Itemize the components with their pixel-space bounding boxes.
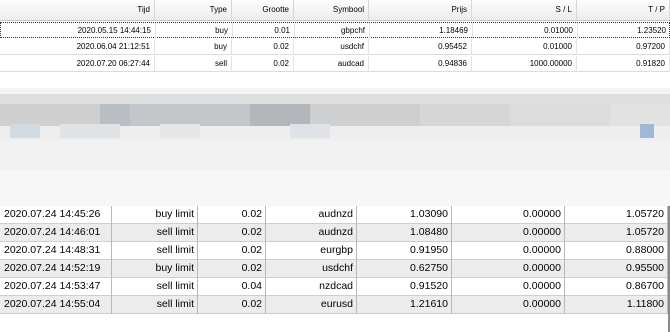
- cell-symbol: eurgbp: [266, 242, 357, 260]
- pending-orders-table: 2020.07.24 14:45:26 buy limit 0.02 audnz…: [0, 206, 670, 332]
- cell-sl: 0.00000: [452, 278, 565, 296]
- cell-time: 2020.07.24 14:48:31: [0, 242, 112, 260]
- cell-price: 0.95452: [369, 39, 472, 55]
- pixel-block-cell: [160, 124, 200, 138]
- pixel-block-cell: [290, 124, 330, 138]
- cell-price: 1.21610: [357, 296, 452, 314]
- cell-size: 0.04: [198, 278, 266, 296]
- cell-tp: 0.97200: [577, 39, 670, 55]
- cell-size: 0.02: [232, 56, 294, 72]
- cell-type: sell limit: [112, 224, 198, 242]
- cell-symbol: eurusd: [266, 296, 357, 314]
- pixel-block-cell: [310, 104, 420, 126]
- cell-price: 0.94836: [369, 56, 472, 72]
- trades-table-header: Tijd Type Grootte Symbool Prijs S / L T …: [0, 0, 670, 21]
- cell-price: 1.18469: [370, 23, 473, 39]
- cell-size: 0.02: [198, 242, 266, 260]
- pixelated-redacted-area: [0, 94, 670, 206]
- cell-price: 0.62750: [357, 260, 452, 278]
- cell-type: buy: [155, 39, 232, 55]
- cell-symbol: gbpchf: [295, 23, 370, 39]
- pixel-block-cell: [60, 124, 120, 138]
- cell-type: sell: [155, 56, 232, 72]
- cell-symbol: audnzd: [266, 206, 357, 224]
- trades-table: Tijd Type Grootte Symbool Prijs S / L T …: [0, 0, 670, 88]
- cell-symbol: audcad: [294, 56, 369, 72]
- cell-tp: 0.95500: [565, 260, 668, 278]
- cell-tp: 1.05720: [565, 224, 668, 242]
- cell-tp: 0.88000: [565, 242, 668, 260]
- cell-symbol: audnzd: [266, 224, 357, 242]
- table-row[interactable]: 2020.06.04 21:12:51 buy 0.02 usdchf 0.95…: [0, 39, 670, 55]
- cell-tp: 0.86700: [565, 278, 668, 296]
- cell-sl: 0.00000: [452, 242, 565, 260]
- cell-size: 0.01: [233, 23, 295, 39]
- cell-size: 0.02: [198, 260, 266, 278]
- cell-tp: 0.91820: [577, 56, 670, 72]
- column-header-tijd[interactable]: Tijd: [0, 0, 155, 20]
- cell-time: 2020.07.24 14:55:04: [0, 296, 112, 314]
- cell-sl: 0.00000: [452, 206, 565, 224]
- pixel-block-cell: [100, 104, 130, 126]
- cell-price: 0.91520: [357, 278, 452, 296]
- cell-price: 1.03090: [357, 206, 452, 224]
- pixel-band: [0, 170, 670, 206]
- column-header-sl[interactable]: S / L: [472, 0, 577, 20]
- cell-tp: 1.11800: [565, 296, 668, 314]
- cell-type: sell limit: [112, 278, 198, 296]
- cell-type: buy limit: [112, 260, 198, 278]
- cell-type: buy limit: [112, 206, 198, 224]
- cell-type: sell limit: [112, 296, 198, 314]
- cell-symbol: usdchf: [266, 260, 357, 278]
- table-row[interactable]: 2020.07.24 14:52:19 buy limit 0.02 usdch…: [0, 260, 668, 278]
- cell-price: 1.08480: [357, 224, 452, 242]
- pixel-block-cell: [510, 104, 610, 126]
- table-row[interactable]: 2020.07.24 14:53:47 sell limit 0.04 nzdc…: [0, 278, 668, 296]
- cell-size: 0.02: [198, 224, 266, 242]
- pixel-band: [0, 140, 670, 170]
- table-row[interactable]: 2020.07.24 14:46:01 sell limit 0.02 audn…: [0, 224, 668, 242]
- cell-symbol: usdchf: [294, 39, 369, 55]
- pixel-block-cell: [0, 104, 100, 126]
- cell-type: buy: [156, 23, 233, 39]
- cell-time: 2020.07.24 14:52:19: [0, 260, 112, 278]
- pixel-block-cell: [640, 124, 654, 138]
- cell-sl: 0.01000: [473, 23, 578, 39]
- pixel-block-cell: [250, 104, 310, 126]
- cell-type: sell limit: [112, 242, 198, 260]
- table-row[interactable]: 2020.05.15 14:44:15 buy 0.01 gbpchf 1.18…: [0, 22, 670, 39]
- column-header-prijs[interactable]: Prijs: [369, 0, 472, 20]
- cell-symbol: nzdcad: [266, 278, 357, 296]
- column-header-symbool[interactable]: Symbool: [294, 0, 369, 20]
- cell-time: 2020.05.15 14:44:15: [1, 23, 156, 39]
- cell-sl: 0.01000: [472, 39, 577, 55]
- cell-time: 2020.07.24 14:45:26: [0, 206, 112, 224]
- cell-time: 2020.07.20 06:27:44: [0, 56, 155, 72]
- cell-sl: 1000.00000: [472, 56, 577, 72]
- cell-time: 2020.07.24 14:46:01: [0, 224, 112, 242]
- cell-tp: 1.23520: [578, 23, 670, 39]
- cell-sl: 0.00000: [452, 224, 565, 242]
- cell-tp: 1.05720: [565, 206, 668, 224]
- pixel-block-cell: [10, 124, 40, 138]
- table-row[interactable]: 2020.07.24 14:55:04 sell limit 0.02 euru…: [0, 296, 668, 314]
- column-header-type[interactable]: Type: [155, 0, 232, 20]
- cell-size: 0.02: [198, 206, 266, 224]
- table-row[interactable]: 2020.07.24 14:45:26 buy limit 0.02 audnz…: [0, 206, 668, 224]
- cell-sl: 0.00000: [452, 260, 565, 278]
- table-row[interactable]: 2020.07.20 06:27:44 sell 0.02 audcad 0.9…: [0, 56, 670, 72]
- pixel-block-cell: [130, 104, 250, 126]
- column-header-grootte[interactable]: Grootte: [232, 0, 294, 20]
- cell-size: 0.02: [232, 39, 294, 55]
- table-row[interactable]: 2020.07.24 14:48:31 sell limit 0.02 eurg…: [0, 242, 668, 260]
- column-header-tp[interactable]: T / P: [577, 0, 670, 20]
- cell-price: 0.91950: [357, 242, 452, 260]
- cell-sl: 0.00000: [452, 296, 565, 314]
- screenshot-root: Tijd Type Grootte Symbool Prijs S / L T …: [0, 0, 670, 332]
- cell-time: 2020.07.24 14:53:47: [0, 278, 112, 296]
- cell-size: 0.02: [198, 296, 266, 314]
- pixel-block-cell: [610, 104, 670, 126]
- cell-time: 2020.06.04 21:12:51: [0, 39, 155, 55]
- pixel-block-cell: [420, 104, 510, 126]
